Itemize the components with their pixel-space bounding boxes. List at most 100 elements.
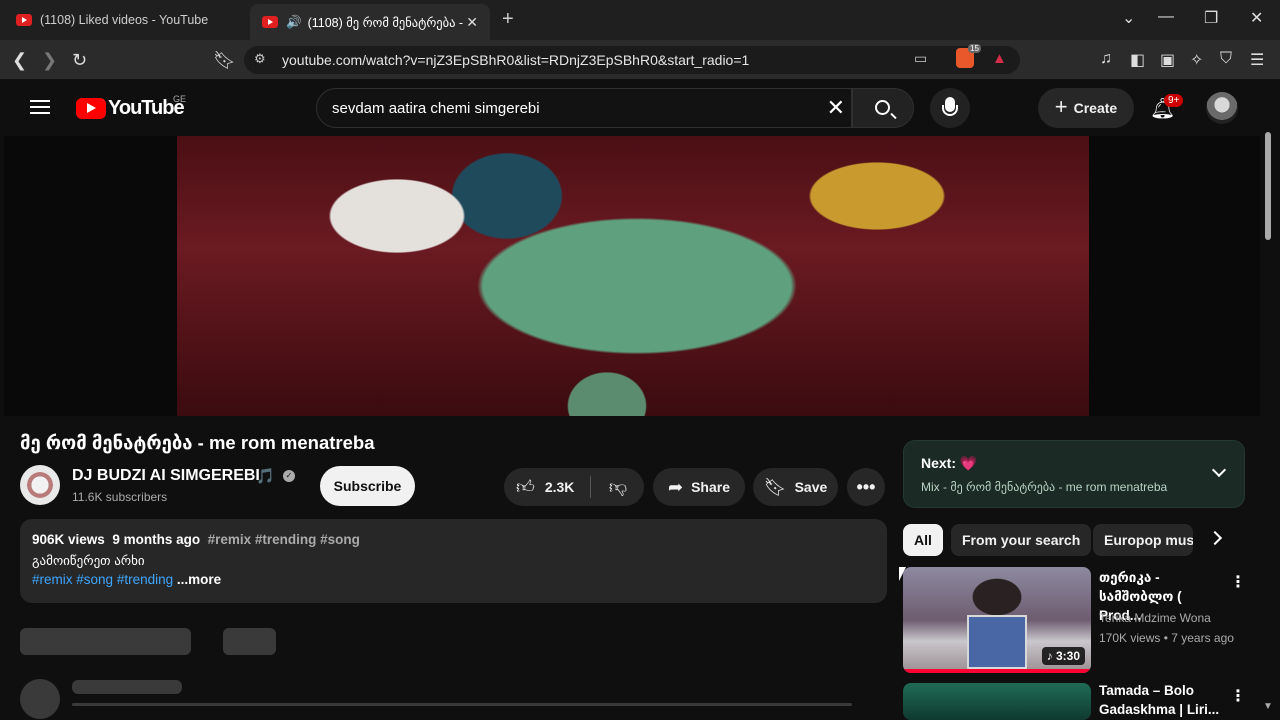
bookmark-icon[interactable]: 🔖︎ bbox=[213, 50, 236, 71]
search-button[interactable] bbox=[852, 88, 914, 128]
hashtags-header[interactable]: #remix #trending #song bbox=[208, 532, 360, 547]
description-box[interactable]: 906K views 9 months ago #remix #trending… bbox=[20, 519, 887, 603]
title-line: Gadaskhma | Liri... bbox=[1099, 702, 1220, 717]
upload-age: 9 months ago bbox=[112, 532, 201, 547]
back-icon[interactable]: ❮ bbox=[12, 50, 27, 71]
playlist-next-panel[interactable]: Next: 💗 Mix - მე რომ მენატრება - me rom … bbox=[903, 440, 1245, 508]
loading-placeholder bbox=[72, 680, 182, 694]
expand-chevron-icon[interactable] bbox=[1211, 462, 1227, 478]
thumbs-down-icon: 👎︎ bbox=[608, 477, 628, 497]
dislike-button[interactable]: 👎︎ bbox=[592, 468, 644, 506]
share-icon: ➦ bbox=[667, 476, 684, 497]
chip-from-your-search[interactable]: From your search bbox=[951, 524, 1092, 556]
channel-name[interactable]: DJ BUDZI AI SIMGEREBI bbox=[72, 467, 260, 485]
recommendation-meta: 170K views • 7 years ago bbox=[1099, 631, 1234, 645]
clear-search-icon[interactable]: ✕ bbox=[827, 95, 845, 121]
loading-placeholder bbox=[20, 628, 191, 655]
more-vert-icon[interactable]: ⋮ bbox=[1230, 686, 1246, 706]
like-dislike-group: 👍︎ 2.3K 👎︎ bbox=[504, 468, 644, 506]
like-button[interactable]: 👍︎ 2.3K bbox=[504, 468, 590, 506]
browser-toolbar: ❮ ❯ ↻ 🔖︎ ⚙︎ youtube.com/watch?v=njZ3EpSB… bbox=[0, 40, 1280, 80]
voice-search-button[interactable] bbox=[930, 88, 970, 128]
description-text: გამოიწერეთ არხი bbox=[32, 553, 145, 568]
hashtag-link[interactable]: #remix bbox=[32, 572, 73, 587]
account-avatar[interactable] bbox=[1206, 92, 1238, 124]
divider bbox=[590, 476, 591, 498]
country-code: GE bbox=[173, 94, 187, 104]
title-line: თერიკა - bbox=[1099, 570, 1160, 585]
speaker-icon: 🔊 bbox=[286, 14, 302, 29]
hashtag-link[interactable]: #trending bbox=[117, 572, 173, 587]
close-window-button[interactable]: ✕ bbox=[1250, 8, 1263, 28]
verified-icon: ✓ bbox=[283, 470, 295, 482]
create-label: Create bbox=[1073, 100, 1118, 116]
recommendation-title[interactable]: Tamada – Bolo Gadaskhma | Liri... bbox=[1099, 681, 1225, 719]
reload-icon[interactable]: ↻ bbox=[72, 50, 87, 71]
microphone-stand bbox=[942, 105, 958, 116]
video-thumbnail[interactable] bbox=[903, 683, 1091, 720]
next-label: Next: 💗 bbox=[921, 455, 977, 472]
more-horiz-icon: ••• bbox=[856, 476, 876, 497]
sidebar-icon[interactable]: ◧ bbox=[1130, 50, 1145, 70]
close-tab-icon[interactable]: ✕ bbox=[466, 14, 478, 31]
brave-rewards-icon[interactable]: ▲ bbox=[992, 50, 1007, 67]
bookmark-icon: 🔖︎ bbox=[763, 476, 787, 497]
watch-progress-bar bbox=[903, 669, 1091, 673]
chip-europop-music[interactable]: Europop music bbox=[1093, 524, 1193, 556]
subscriber-count: 11.6K subscribers bbox=[72, 490, 168, 504]
menu-icon[interactable]: ☰ bbox=[1250, 50, 1264, 70]
more-actions-button[interactable]: ••• bbox=[847, 468, 885, 506]
mix-title: Mix - მე რომ მენატრება - me rom menatreb… bbox=[921, 480, 1168, 494]
share-button[interactable]: ➦ Share bbox=[653, 468, 745, 506]
share-label: Share bbox=[691, 479, 730, 495]
wallet-icon[interactable]: ▣ bbox=[1160, 50, 1175, 70]
site-settings-icon[interactable]: ⚙︎ bbox=[254, 51, 266, 67]
tab-title: (1108) მე რომ მენატრება - bbox=[307, 15, 464, 30]
search-input[interactable]: sevdam aatira chemi simgerebi ✕ bbox=[316, 88, 852, 128]
media-icon[interactable]: ♫ bbox=[1100, 50, 1112, 68]
youtube-logo-icon[interactable] bbox=[76, 98, 106, 119]
create-button[interactable]: + Create bbox=[1038, 88, 1134, 128]
duration-badge: ♪ 3:30 bbox=[1041, 647, 1085, 665]
save-button[interactable]: 🔖︎ Save bbox=[753, 468, 838, 506]
title-line: Tamada – Bolo bbox=[1099, 683, 1195, 698]
loading-placeholder bbox=[72, 703, 852, 706]
video-title: მე რომ მენატრება - me rom menatreba bbox=[20, 432, 375, 453]
tab-title: (1108) Liked videos - YouTube bbox=[40, 13, 209, 27]
recommendation-channel[interactable]: Terika Mdzime Wona bbox=[1099, 611, 1211, 625]
subscribe-button[interactable]: Subscribe bbox=[320, 466, 415, 506]
channel-avatar[interactable] bbox=[20, 465, 60, 505]
chip-all[interactable]: All bbox=[903, 524, 943, 556]
tab-liked-videos[interactable]: (1108) Liked videos - YouTube bbox=[8, 0, 248, 40]
leo-ai-icon[interactable]: ✧ bbox=[1190, 50, 1203, 70]
forward-icon[interactable]: ❯ bbox=[42, 50, 57, 71]
browser-tab-bar: (1108) Liked videos - YouTube 🔊 (1108) მ… bbox=[0, 0, 1280, 40]
more-vert-icon[interactable]: ⋮ bbox=[1230, 572, 1246, 592]
save-label: Save bbox=[794, 479, 828, 495]
cast-icon[interactable]: ▭ bbox=[914, 50, 927, 67]
chips-next-chevron-icon[interactable] bbox=[1207, 530, 1223, 546]
guide-menu-icon[interactable] bbox=[30, 100, 50, 114]
address-bar[interactable]: ⚙︎ youtube.com/watch?v=njZ3EpSBhR0&list=… bbox=[244, 44, 1020, 74]
restore-button[interactable]: ❐ bbox=[1204, 8, 1218, 28]
youtube-header: YouTube GE sevdam aatira chemi simgerebi… bbox=[0, 80, 1280, 136]
loading-avatar-placeholder bbox=[20, 679, 60, 719]
tab-current-video[interactable]: 🔊 (1108) მე რომ მენატრება - ✕ bbox=[250, 4, 490, 40]
url-text[interactable]: youtube.com/watch?v=njZ3EpSBhR0&list=RDn… bbox=[282, 52, 749, 68]
thumbnail-podium bbox=[967, 615, 1027, 669]
search-icon bbox=[875, 100, 890, 115]
vpn-icon[interactable]: ⛉ bbox=[1220, 50, 1232, 68]
hashtag-link[interactable]: #song bbox=[76, 572, 113, 587]
minimize-button[interactable]: — bbox=[1158, 8, 1174, 26]
search-value[interactable]: sevdam aatira chemi simgerebi bbox=[332, 100, 540, 117]
like-count: 2.3K bbox=[544, 479, 575, 495]
scroll-down-arrow-icon[interactable]: ▼ bbox=[1263, 701, 1273, 712]
new-tab-button[interactable]: + bbox=[502, 8, 514, 31]
show-more-link[interactable]: ...more bbox=[177, 572, 221, 587]
video-thumbnail[interactable]: ♪ 3:30 bbox=[903, 567, 1091, 673]
tab-search-chevron-icon[interactable]: ⌄ bbox=[1122, 8, 1135, 28]
scrollbar-thumb[interactable] bbox=[1265, 132, 1271, 240]
notification-badge: 9+ bbox=[1164, 94, 1184, 107]
view-count: 906K views bbox=[32, 532, 105, 547]
video-frame[interactable] bbox=[177, 136, 1089, 416]
